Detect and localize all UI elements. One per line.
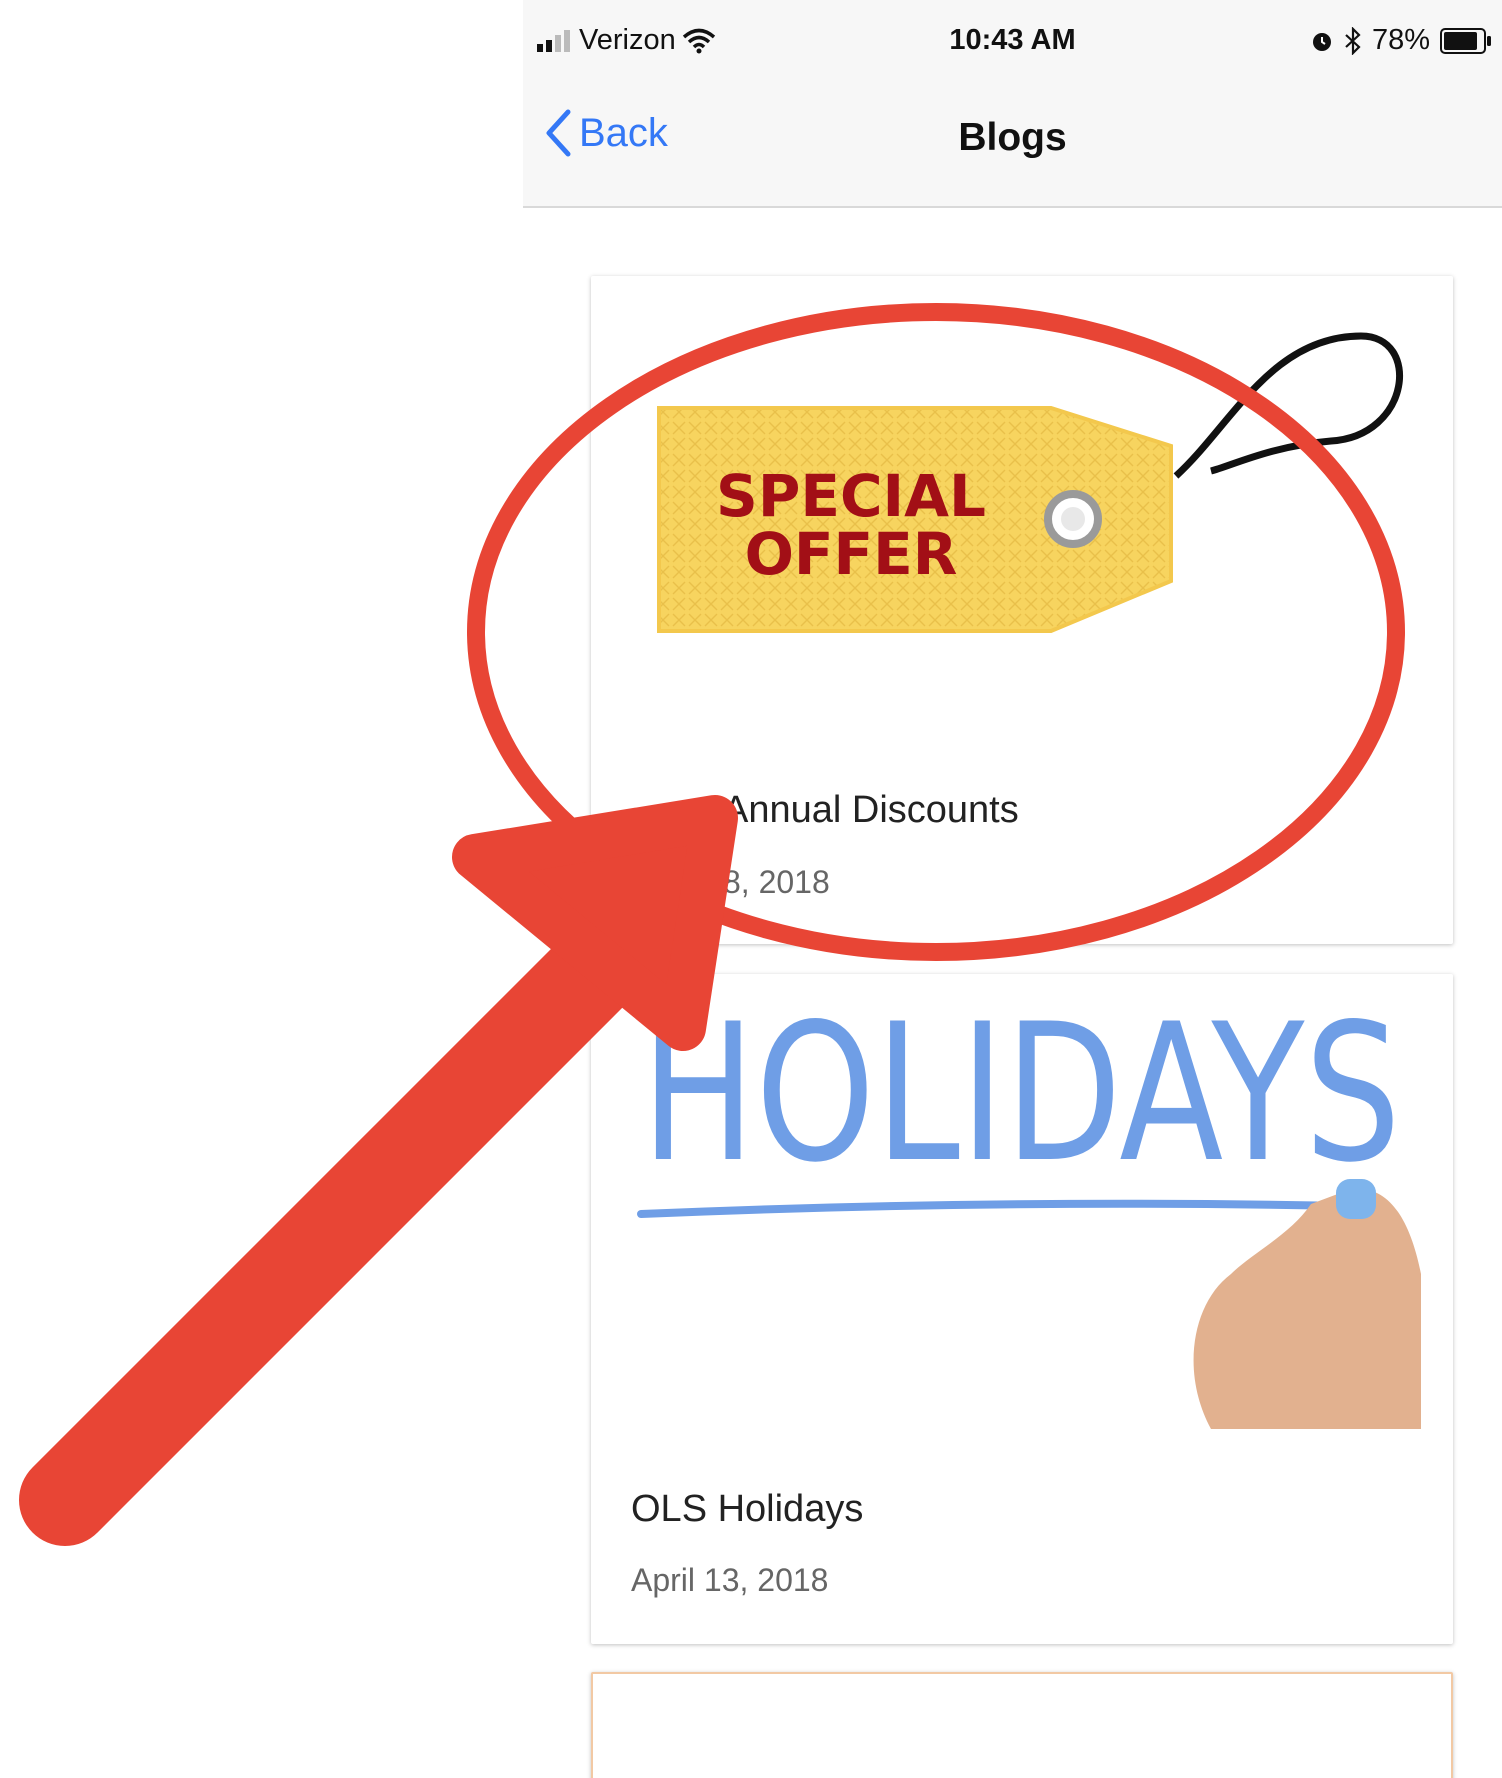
status-right: 78% bbox=[1310, 24, 1492, 57]
blog-card[interactable]: HOLIDAYS OLS Holidays April 13, 2018 bbox=[591, 974, 1453, 1644]
tag-text-line-2: OFFER bbox=[745, 520, 958, 588]
holidays-image-text: HOLIDAYS bbox=[641, 983, 1401, 1204]
alarm-icon bbox=[1312, 32, 1331, 51]
battery-icon bbox=[1440, 27, 1491, 54]
navigation-bar: Back Blogs bbox=[523, 86, 1502, 208]
phone-screen: Verizon 10:43 AM 78% Back Blogs SPECIAL … bbox=[523, 0, 1502, 1778]
blog-date: April 13, 2018 bbox=[631, 1562, 829, 1598]
blog-date: 8, 2018 bbox=[723, 864, 830, 900]
bluetooth-icon bbox=[1345, 26, 1361, 55]
blog-title: Annual Discounts bbox=[723, 789, 1019, 831]
special-offer-image: SPECIAL OFFER bbox=[657, 332, 1404, 633]
status-bar: Verizon 10:43 AM 78% bbox=[523, 0, 1502, 86]
blog-title: OLS Holidays bbox=[631, 1488, 864, 1530]
battery-percent: 78% bbox=[1371, 24, 1430, 56]
page-title: Blogs bbox=[958, 116, 1067, 159]
holidays-image: HOLIDAYS bbox=[637, 983, 1421, 1429]
blog-card[interactable]: SPECIAL OFFER Annual Discounts 8, 2018 bbox=[591, 276, 1453, 944]
blog-card[interactable] bbox=[591, 1672, 1453, 1778]
